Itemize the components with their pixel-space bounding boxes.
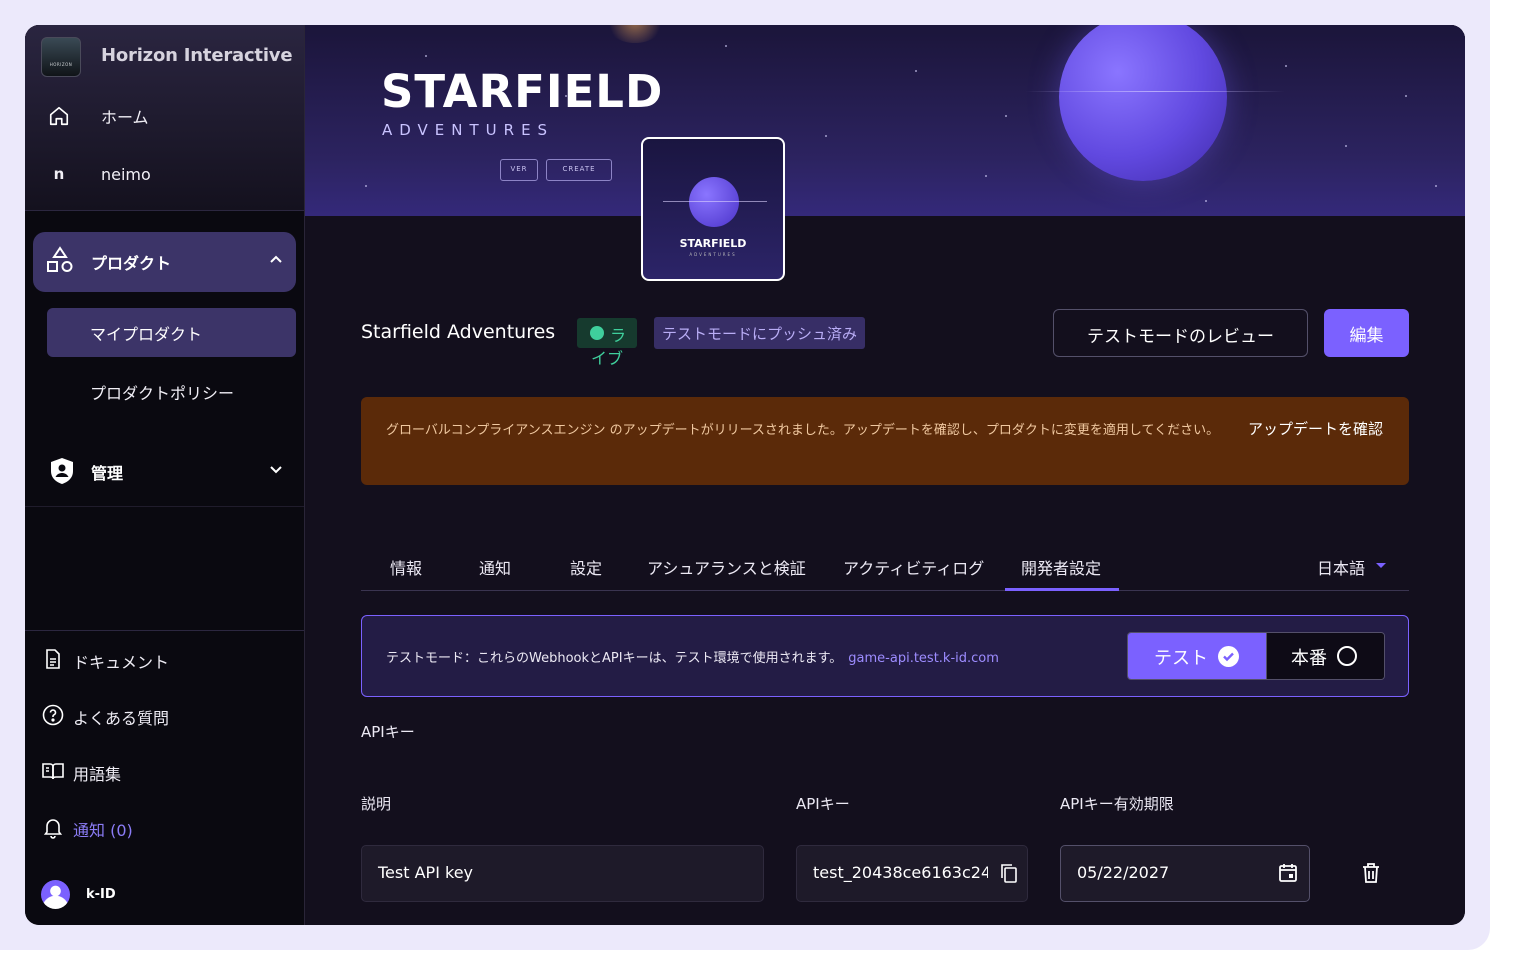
thumbnail-subtitle: ADVENTURES: [689, 252, 737, 257]
org-logo[interactable]: HORIZON: [41, 37, 81, 77]
sidebar-item-faq[interactable]: よくある質問: [41, 703, 169, 731]
api-key-field[interactable]: test_20438ce6163c2453: [796, 845, 1028, 902]
edit-button[interactable]: 編集: [1324, 309, 1409, 357]
check-circle-icon: [1218, 646, 1239, 667]
planet-ring: [1025, 91, 1285, 92]
user-initial: n: [53, 165, 65, 183]
thumbnail-title: STARFIELD: [679, 237, 747, 250]
expiry-date-value: 05/22/2027: [1077, 863, 1170, 882]
review-test-mode-button[interactable]: テストモードのレビュー: [1053, 309, 1308, 357]
tab-developer-settings[interactable]: 開発者設定: [1021, 555, 1101, 579]
book-icon: [41, 759, 65, 787]
sidebar-item-label: よくある質問: [73, 709, 170, 728]
calendar-icon[interactable]: [1277, 862, 1299, 888]
tab-bar: 情報 通知 設定 アシュアランスと検証 アクティビティログ 開発者設定 日本語: [361, 547, 1409, 591]
sidebar-item-label: ドキュメント: [73, 653, 170, 672]
window-frame: HORIZON Horizon Interactive ホーム n neimo …: [0, 0, 1490, 950]
api-domain-link[interactable]: game-api.test.k-id.com: [848, 651, 999, 666]
sidebar-item-docs[interactable]: ドキュメント: [41, 647, 169, 675]
update-alert: グローバルコンプライアンスエンジン のアップデートがリリースされました。アップデ…: [361, 397, 1409, 485]
bell-icon: [41, 815, 65, 843]
production-mode-option[interactable]: 本番: [1266, 633, 1384, 679]
sidebar-item-label: ホーム: [101, 108, 149, 127]
test-mode-option[interactable]: テスト: [1128, 633, 1266, 679]
trash-icon[interactable]: [1360, 861, 1382, 889]
column-header-expiry: APIキー有効期限: [1060, 795, 1174, 813]
sidebar-item-label: 管理: [91, 464, 124, 483]
main-content: STARFIELD ADVENTURES VER CREATE STARFIEL…: [305, 25, 1465, 925]
banner-button: VER: [500, 159, 538, 181]
test-mode-label: テスト: [1154, 648, 1208, 669]
banner-glow: [605, 25, 665, 43]
description-field[interactable]: Test API key: [361, 845, 764, 902]
sidebar-item-my-products[interactable]: マイプロダクト: [47, 308, 296, 357]
radio-empty-icon: [1337, 646, 1357, 666]
tab-info[interactable]: 情報: [390, 555, 422, 579]
sidebar-item-notifications[interactable]: 通知 (0): [41, 815, 133, 843]
sidebar-item-admin[interactable]: 管理: [25, 447, 304, 507]
avatar: [41, 880, 70, 909]
sidebar-item-home[interactable]: ホーム: [47, 104, 149, 128]
status-badge: ラ イブ: [577, 318, 637, 368]
language-select[interactable]: 日本語: [1317, 555, 1365, 579]
api-keys-section-title: APIキー: [361, 723, 415, 741]
status-label-1: ラ: [610, 326, 627, 345]
tab-settings[interactable]: 設定: [570, 555, 602, 579]
mode-toggle: テスト 本番: [1127, 632, 1385, 680]
product-banner: STARFIELD ADVENTURES VER CREATE: [305, 25, 1465, 216]
product-thumbnail: STARFIELD ADVENTURES: [641, 137, 785, 281]
product-name: Starfield Adventures: [361, 321, 556, 343]
production-mode-label: 本番: [1291, 648, 1327, 669]
tab-activity-log[interactable]: アクティビティログ: [843, 555, 984, 579]
sidebar-divider: [25, 630, 304, 631]
caret-down-icon: [1376, 563, 1386, 568]
expiry-date-field[interactable]: 05/22/2027: [1060, 845, 1310, 902]
mode-info-text: テストモード：これらのWebhookとAPIキーは、テスト環境で使用されます。: [386, 651, 843, 666]
planet-ring: [663, 201, 767, 202]
account-name: k-ID: [86, 887, 116, 902]
banner-button: CREATE: [546, 159, 612, 181]
sidebar-header: HORIZON Horizon Interactive ホーム n neimo: [25, 25, 304, 211]
tab-notifications[interactable]: 通知: [479, 555, 511, 579]
sidebar-item-user[interactable]: n neimo: [47, 162, 151, 186]
sidebar-item-label: プロダクト: [91, 254, 172, 273]
column-header-api-key: APIキー: [796, 795, 850, 813]
sidebar-item-label: 通知 (0): [73, 821, 133, 840]
sidebar-item-glossary[interactable]: 用語集: [41, 759, 121, 787]
status-dot: [590, 326, 604, 340]
shapes-icon: [45, 245, 75, 279]
status-label-2: イブ: [591, 349, 624, 368]
tab-assurance[interactable]: アシュアランスと検証: [647, 555, 806, 579]
api-key-value: test_20438ce6163c2453: [813, 863, 988, 882]
chevron-down-icon: [268, 461, 284, 481]
sidebar: HORIZON Horizon Interactive ホーム n neimo …: [25, 25, 305, 925]
org-name[interactable]: Horizon Interactive: [101, 45, 293, 66]
copy-icon[interactable]: [999, 862, 1019, 888]
document-icon: [41, 647, 65, 675]
shield-icon: [49, 457, 75, 489]
mode-banner: テストモード：これらのWebhookとAPIキーは、テスト環境で使用されます。 g…: [361, 615, 1409, 697]
account-menu[interactable]: k-ID: [41, 880, 116, 909]
pushed-badge: テストモードにプッシュ済み: [654, 317, 866, 349]
sidebar-item-label: neimo: [101, 164, 151, 184]
help-icon: [41, 703, 65, 731]
banner-title: STARFIELD: [381, 65, 664, 118]
sidebar-item-label: 用語集: [73, 765, 122, 784]
home-icon: [47, 104, 71, 128]
review-update-button[interactable]: アップデートを確認: [1248, 417, 1388, 441]
app-window: HORIZON Horizon Interactive ホーム n neimo …: [25, 25, 1465, 925]
planet-illustration: [689, 177, 739, 227]
planet-illustration: [1059, 25, 1227, 181]
column-header-description: 説明: [361, 795, 392, 813]
banner-subtitle: ADVENTURES: [382, 121, 555, 139]
org-logo-text: HORIZON: [49, 62, 73, 67]
sidebar-item-product-policy[interactable]: プロダクトポリシー: [90, 380, 234, 404]
sidebar-item-products[interactable]: プロダクト: [33, 232, 296, 292]
chevron-up-icon: [268, 252, 284, 272]
active-tab-indicator: [1005, 588, 1119, 591]
mode-info: テストモード：これらのWebhookとAPIキーは、テスト環境で使用されます。 g…: [386, 647, 999, 666]
alert-message: グローバルコンプライアンスエンジン のアップデートがリリースされました。アップデ…: [386, 423, 1220, 438]
